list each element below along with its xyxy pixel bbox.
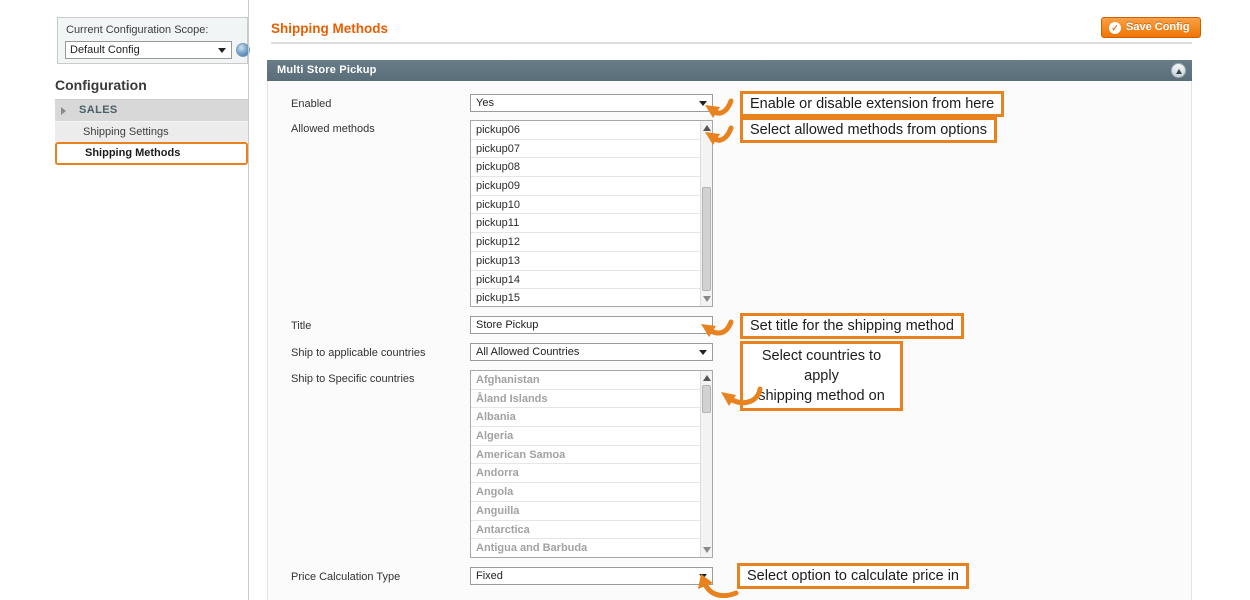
list-item[interactable]: pickup12 <box>471 233 700 252</box>
list-item: Algeria <box>471 427 700 446</box>
list-item[interactable]: pickup08 <box>471 158 700 177</box>
title-input[interactable] <box>470 316 713 334</box>
callout-arrow-icon <box>690 566 742 598</box>
list-item[interactable]: pickup07 <box>471 140 700 159</box>
enabled-select[interactable]: Yes <box>470 94 713 112</box>
ship-specific-label: Ship to Specific countries <box>291 373 415 385</box>
callout-enable: Enable or disable extension from here <box>740 91 1004 117</box>
title-rule <box>271 42 1192 44</box>
save-config-label: Save Config <box>1126 18 1190 37</box>
checkmark-icon: ✓ <box>1109 22 1121 34</box>
list-item: Albania <box>471 408 700 427</box>
chevron-down-icon <box>218 48 226 53</box>
sidebar-title: Configuration <box>55 77 147 93</box>
list-item[interactable]: pickup06 <box>471 121 700 140</box>
list-item: Antigua and Barbuda <box>471 539 700 557</box>
list-item[interactable]: pickup10 <box>471 196 700 215</box>
collapse-section-button[interactable] <box>1171 63 1186 78</box>
list-item[interactable]: pickup14 <box>471 271 700 290</box>
scope-label: Current Configuration Scope: <box>66 24 208 36</box>
list-item: American Samoa <box>471 446 700 465</box>
callout-countries-line1: Select countries to apply <box>747 346 896 386</box>
sidebar-item-shipping-methods[interactable]: Shipping Methods <box>55 142 248 165</box>
list-item: Anguilla <box>471 502 700 521</box>
allowed-methods-label: Allowed methods <box>291 123 375 135</box>
callout-countries-line2: shipping method on <box>747 386 896 406</box>
section-title: Multi Store Pickup <box>277 64 377 76</box>
section-header-multi-store-pickup: Multi Store Pickup <box>267 60 1192 81</box>
sidebar-section-sales[interactable]: SALES <box>55 100 248 121</box>
price-type-select[interactable]: Fixed <box>470 567 713 585</box>
callout-price: Select option to calculate price in <box>737 563 969 589</box>
list-item[interactable]: pickup13 <box>471 252 700 271</box>
chevron-down-icon <box>699 350 707 355</box>
enabled-label: Enabled <box>291 98 331 110</box>
list-item[interactable]: pickup11 <box>471 214 700 233</box>
list-item: Åland Islands <box>471 390 700 409</box>
enabled-select-value: Yes <box>476 97 494 109</box>
callout-arrow-icon <box>708 381 766 411</box>
callout-arrow-icon <box>694 316 738 342</box>
list-item: Antarctica <box>471 521 700 540</box>
list-item: Angola <box>471 483 700 502</box>
callout-arrow-icon <box>700 123 738 149</box>
sidebar-section-label: SALES <box>79 104 118 116</box>
ship-applicable-select[interactable]: All Allowed Countries <box>470 343 713 361</box>
callout-title: Set title for the shipping method <box>740 313 964 339</box>
allowed-methods-options: pickup06 pickup07 pickup08 pickup09 pick… <box>471 121 700 306</box>
scroll-down-icon[interactable] <box>703 296 711 302</box>
title-label: Title <box>291 320 311 332</box>
config-menu: SALES Shipping Settings Shipping Methods <box>55 99 248 165</box>
callout-arrow-icon <box>700 96 738 122</box>
list-item: Afghanistan <box>471 371 700 390</box>
scope-select-value: Default Config <box>70 44 140 56</box>
arrow-right-icon <box>61 107 66 115</box>
price-type-label: Price Calculation Type <box>291 571 400 583</box>
arrow-up-icon <box>1176 69 1182 74</box>
list-item: Andorra <box>471 464 700 483</box>
ship-specific-options: Afghanistan Åland Islands Albania Algeri… <box>471 371 700 557</box>
save-config-button[interactable]: ✓ Save Config <box>1101 17 1201 38</box>
allowed-methods-listbox[interactable]: pickup06 pickup07 pickup08 pickup09 pick… <box>470 120 713 307</box>
list-item[interactable]: pickup15 <box>471 289 700 306</box>
ship-applicable-label: Ship to applicable countries <box>291 347 426 359</box>
sidebar-divider <box>248 0 249 600</box>
price-type-value: Fixed <box>476 570 503 582</box>
callout-methods: Select allowed methods from options <box>740 117 997 143</box>
scroll-down-icon[interactable] <box>703 547 711 553</box>
scope-select[interactable]: Default Config <box>65 41 232 59</box>
page-title: Shipping Methods <box>271 21 388 36</box>
config-scope-box: Current Configuration Scope: Default Con… <box>57 17 248 64</box>
scrollbar-thumb[interactable] <box>702 187 711 291</box>
magento-config-page: Current Configuration Scope: Default Con… <box>0 0 1250 600</box>
ship-applicable-value: All Allowed Countries <box>476 346 579 358</box>
ship-specific-listbox[interactable]: Afghanistan Åland Islands Albania Algeri… <box>470 370 713 558</box>
list-item[interactable]: pickup09 <box>471 177 700 196</box>
sidebar-item-shipping-settings[interactable]: Shipping Settings <box>55 121 248 142</box>
